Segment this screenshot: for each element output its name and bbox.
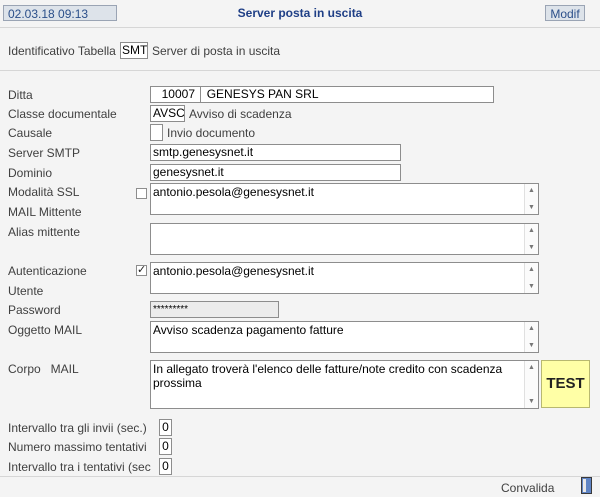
ditta-label: Ditta bbox=[8, 88, 33, 102]
scrollbar[interactable]: ▲ ▼ bbox=[524, 263, 538, 293]
classe-description: Avviso di scadenza bbox=[189, 107, 292, 121]
utente-label: Utente bbox=[8, 284, 44, 298]
intervallo-tentativi-field[interactable]: 0 bbox=[159, 458, 172, 475]
corpo-field[interactable]: In allegato troverà l'elenco delle fattu… bbox=[150, 360, 539, 409]
field-separator bbox=[200, 87, 202, 102]
convalida-label: Convalida bbox=[501, 481, 555, 495]
ditta-field[interactable]: 10007 GENESYS PAN SRL bbox=[150, 86, 494, 103]
scrollbar[interactable]: ▲ ▼ bbox=[524, 322, 538, 352]
max-tentativi-label: Numero massimo tentativi bbox=[8, 440, 147, 454]
mittente-field[interactable]: antonio.pesola@genesysnet.it ▲ ▼ bbox=[150, 183, 539, 215]
check-icon: ✓ bbox=[137, 264, 147, 276]
table-id-label: Identificativo Tabella bbox=[8, 44, 116, 58]
window-title: Server posta in uscita bbox=[237, 6, 363, 20]
up-arrow-icon[interactable]: ▲ bbox=[528, 227, 535, 234]
classe-label: Classe documentale bbox=[8, 107, 117, 121]
down-arrow-icon[interactable]: ▼ bbox=[528, 342, 535, 349]
password-field[interactable]: ********* bbox=[150, 301, 279, 318]
utente-value: antonio.pesola@genesysnet.it bbox=[153, 264, 314, 278]
causale-label: Causale bbox=[8, 126, 53, 140]
alias-field[interactable]: ▲ ▼ bbox=[150, 223, 539, 255]
scrollbar[interactable]: ▲ ▼ bbox=[524, 361, 538, 408]
auth-checkbox[interactable]: ✓ bbox=[136, 265, 147, 276]
alias-label: Alias mittente bbox=[8, 225, 81, 239]
oggetto-value: Avviso scadenza pagamento fatture bbox=[153, 323, 344, 337]
scrollbar[interactable]: ▲ ▼ bbox=[524, 224, 538, 254]
corpo-value: In allegato troverà l'elenco delle fattu… bbox=[153, 362, 503, 390]
up-arrow-icon[interactable]: ▲ bbox=[528, 364, 535, 371]
down-arrow-icon[interactable]: ▼ bbox=[528, 204, 535, 211]
up-arrow-icon[interactable]: ▲ bbox=[528, 187, 535, 194]
ssl-label: Modalità SSL bbox=[8, 185, 80, 199]
ditta-code: 10007 bbox=[161, 87, 195, 101]
down-arrow-icon[interactable]: ▼ bbox=[528, 283, 535, 290]
causale-code-field[interactable] bbox=[150, 124, 163, 141]
dominio-label: Dominio bbox=[8, 166, 53, 180]
test-button[interactable]: TEST bbox=[541, 360, 590, 408]
corpo-label: Corpo MAIL bbox=[8, 362, 79, 376]
ditta-name: GENESYS PAN SRL bbox=[206, 87, 319, 101]
down-arrow-icon[interactable]: ▼ bbox=[528, 398, 535, 405]
table-id-code[interactable]: SMT bbox=[120, 42, 148, 59]
up-arrow-icon[interactable]: ▲ bbox=[528, 266, 535, 273]
intervallo-invii-field[interactable]: 0 bbox=[159, 419, 172, 436]
scrollbar[interactable]: ▲ ▼ bbox=[524, 184, 538, 214]
smtp-label: Server SMTP bbox=[8, 146, 81, 160]
classe-code-field[interactable]: AVSC bbox=[150, 105, 185, 122]
down-arrow-icon[interactable]: ▼ bbox=[528, 244, 535, 251]
mode-indicator[interactable]: Modif bbox=[545, 5, 585, 21]
intervallo-tentativi-label: Intervallo tra i tentativi (sec bbox=[8, 460, 151, 474]
divider bbox=[0, 476, 600, 477]
oggetto-field[interactable]: Avviso scadenza pagamento fatture ▲ ▼ bbox=[150, 321, 539, 353]
intervallo-invii-label: Intervallo tra gli invii (sec.) bbox=[8, 421, 147, 435]
auth-label: Autenticazione bbox=[8, 264, 87, 278]
smtp-field[interactable]: smtp.genesysnet.it bbox=[150, 144, 401, 161]
causale-description: Invio documento bbox=[167, 126, 256, 140]
ssl-checkbox[interactable] bbox=[136, 188, 147, 199]
max-tentativi-field[interactable]: 0 bbox=[159, 438, 172, 455]
oggetto-label: Oggetto MAIL bbox=[8, 323, 83, 337]
convalida-indicator bbox=[583, 479, 586, 492]
divider bbox=[0, 27, 600, 28]
divider bbox=[0, 70, 600, 71]
table-id-description: Server di posta in uscita bbox=[152, 44, 281, 58]
password-label: Password bbox=[8, 303, 61, 317]
dominio-field[interactable]: genesysnet.it bbox=[150, 164, 401, 181]
title-bar: 02.03.18 09:13 Server posta in uscita Mo… bbox=[0, 0, 600, 27]
convalida-button[interactable] bbox=[581, 477, 592, 494]
up-arrow-icon[interactable]: ▲ bbox=[528, 325, 535, 332]
mittente-value: antonio.pesola@genesysnet.it bbox=[153, 185, 314, 199]
utente-field[interactable]: antonio.pesola@genesysnet.it ▲ ▼ bbox=[150, 262, 539, 294]
mittente-label: MAIL Mittente bbox=[8, 205, 82, 219]
